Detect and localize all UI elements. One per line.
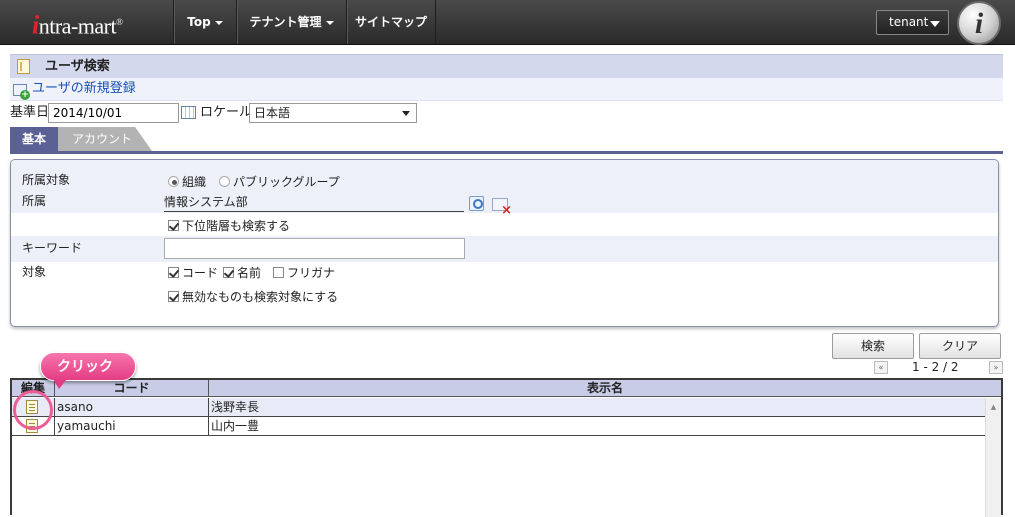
- keyword-input[interactable]: [164, 238, 465, 259]
- tenant-dropdown[interactable]: tenant: [876, 10, 949, 35]
- base-date-input[interactable]: [48, 103, 179, 123]
- checkbox: [273, 267, 284, 278]
- row-band: [11, 236, 998, 262]
- nav-tenant-management[interactable]: テナント管理: [236, 0, 346, 44]
- highlight-ring: [13, 390, 53, 430]
- keyword-label: キーワード: [22, 241, 83, 255]
- tab-basic[interactable]: 基本: [10, 127, 58, 151]
- code-cell: asano: [55, 398, 209, 416]
- checkbox-checked: [168, 220, 179, 231]
- locale-select[interactable]: 日本語: [249, 103, 417, 123]
- nav-sitemap[interactable]: サイトマップ: [346, 0, 436, 44]
- checkbox-code[interactable]: コード: [168, 264, 218, 282]
- chevron-down-icon: [214, 20, 223, 25]
- clear-button[interactable]: クリア: [919, 333, 1001, 359]
- page-title: ユーザ検索: [45, 59, 110, 74]
- table-row[interactable]: asano 浅野幸長: [12, 398, 985, 417]
- checkbox-name[interactable]: 名前: [223, 264, 261, 282]
- radio-button-checked: [168, 176, 179, 187]
- display-name-cell: 山内一豊: [211, 419, 260, 433]
- target-label: 対象: [22, 265, 47, 279]
- display-name-cell: 浅野幸長: [211, 400, 260, 414]
- column-header-code[interactable]: コード: [55, 380, 209, 397]
- pagination: « 1 - 2 / 2 »: [874, 360, 1004, 375]
- tab-account[interactable]: アカウント: [58, 127, 152, 151]
- scroll-up-icon[interactable]: ▲: [986, 401, 1001, 413]
- checkbox-furigana[interactable]: フリガナ: [273, 264, 335, 282]
- search-button[interactable]: 検索: [832, 333, 914, 359]
- new-user-link[interactable]: ユーザの新規登録: [32, 78, 136, 99]
- checkbox-include-invalid[interactable]: 無効なものも検索対象にする: [168, 288, 338, 306]
- result-grid: 編集 コード 表示名 asano 浅野幸長 yamauchi 山内一豊 ▲: [10, 378, 1003, 517]
- radio-public-group[interactable]: パブリックグループ: [219, 173, 340, 191]
- base-date-label: 基準日: [10, 105, 50, 120]
- radio-organization[interactable]: 組織: [168, 173, 206, 191]
- last-page-button[interactable]: »: [989, 361, 1003, 374]
- checkbox-checked: [168, 267, 179, 278]
- vertical-scrollbar[interactable]: ▲: [985, 398, 1001, 517]
- radio-button: [219, 176, 230, 187]
- clear-icon[interactable]: [492, 198, 512, 217]
- page-icon: [17, 59, 30, 74]
- search-icon[interactable]: [469, 196, 484, 211]
- affiliation-target-label: 所属対象: [22, 173, 71, 187]
- page-title-bar: ユーザ検索: [10, 54, 1003, 78]
- new-user-icon[interactable]: [13, 84, 30, 100]
- tab-underline: [10, 151, 1003, 154]
- click-callout: クリック: [40, 352, 136, 389]
- dropdown-arrow-icon: [402, 111, 410, 116]
- checkbox-checked: [223, 267, 234, 278]
- locale-label: ロケール: [200, 105, 253, 120]
- intra-mart-logo[interactable]: intra-mart®: [32, 6, 172, 39]
- affiliation-value: 情報システム部: [164, 193, 464, 212]
- top-navigation-bar: intra-mart® Top テナント管理 サイトマップ tenant i: [0, 0, 1015, 45]
- calendar-icon[interactable]: [181, 106, 196, 119]
- affiliation-label: 所属: [22, 194, 47, 208]
- chevron-down-icon: [325, 20, 334, 25]
- chevron-down-icon: [930, 21, 940, 27]
- action-bar: ユーザの新規登録: [10, 78, 1003, 101]
- search-conditions-panel: 所属対象 組織 パブリックグループ 所属 情報システム部 下位階層も検索する キ…: [10, 159, 999, 327]
- code-cell: yamauchi: [55, 417, 209, 435]
- column-header-display-name[interactable]: 表示名: [209, 380, 1001, 397]
- first-page-button[interactable]: «: [874, 361, 888, 374]
- user-avatar[interactable]: i: [957, 1, 1001, 45]
- checkbox-checked: [168, 291, 179, 302]
- table-row[interactable]: yamauchi 山内一豊: [12, 417, 985, 436]
- checkbox-include-sub[interactable]: 下位階層も検索する: [168, 217, 290, 235]
- nav-top[interactable]: Top: [173, 0, 236, 44]
- page-info: 1 - 2 / 2: [912, 360, 959, 374]
